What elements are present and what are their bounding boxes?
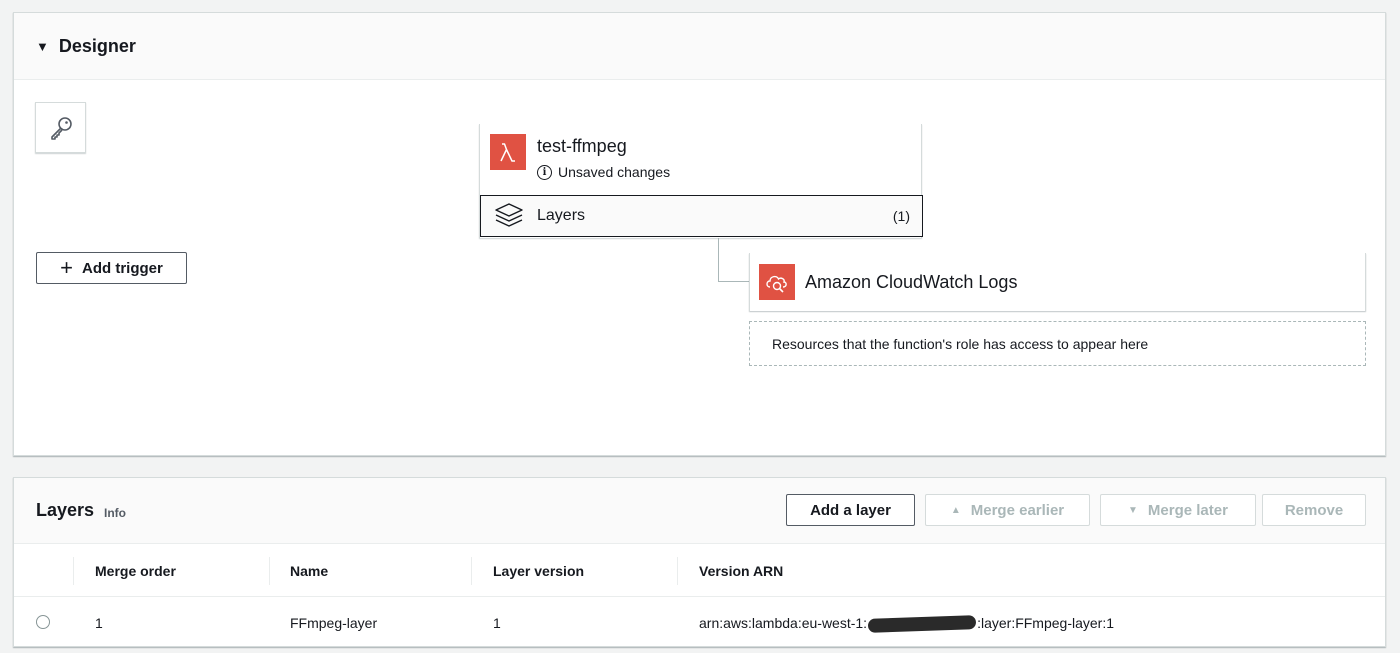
layers-node-label: Layers xyxy=(537,207,586,224)
function-name: test-ffmpeg xyxy=(537,136,627,156)
cell-layer-version: 1 xyxy=(493,615,501,631)
merge-later-label: Merge later xyxy=(1147,501,1228,519)
row-radio[interactable] xyxy=(36,615,50,629)
layers-node[interactable]: Layers (1) xyxy=(480,195,923,237)
lambda-icon xyxy=(490,134,526,170)
layers-icon xyxy=(495,203,523,227)
cell-version-arn: arn:aws:lambda:eu-west-1: :layer:FFmpeg-l… xyxy=(699,615,1115,634)
function-status-text: Unsaved changes xyxy=(558,164,671,180)
function-status: i Unsaved changes xyxy=(537,164,670,180)
add-trigger-label: Add trigger xyxy=(82,259,163,277)
caret-down-icon[interactable]: ▼ xyxy=(36,39,49,54)
merge-later-button[interactable]: ▼ Merge later xyxy=(1100,494,1256,526)
info-icon: i xyxy=(537,164,552,180)
arn-suffix: :layer:FFmpeg-layer:1 xyxy=(977,615,1115,631)
cell-merge-order: 1 xyxy=(95,615,103,631)
triangle-down-icon: ▼ xyxy=(1128,504,1138,516)
column-header-layer-version[interactable]: Layer version xyxy=(493,563,584,579)
column-separator xyxy=(677,557,678,585)
cloudwatch-logs-card[interactable]: Amazon CloudWatch Logs xyxy=(749,253,1366,311)
merge-earlier-label: Merge earlier xyxy=(970,501,1065,519)
table-header: Merge order Name Layer version Version A… xyxy=(14,544,1385,597)
add-trigger-button[interactable]: + Add trigger xyxy=(36,252,187,284)
layers-panel-header: Layers Info Add a layer ▲ Merge earlier … xyxy=(14,478,1385,544)
add-layer-button[interactable]: Add a layer xyxy=(786,494,915,526)
column-header-version-arn[interactable]: Version ARN xyxy=(699,563,783,579)
designer-title: Designer xyxy=(58,35,136,56)
remove-button[interactable]: Remove xyxy=(1262,494,1366,526)
cloudwatch-logs-name: Amazon CloudWatch Logs xyxy=(805,271,1018,292)
column-header-name[interactable]: Name xyxy=(290,563,328,579)
cloudwatch-icon xyxy=(759,264,795,300)
table-row[interactable]: 1 FFmpeg-layer 1 arn:aws:lambda:eu-west-… xyxy=(14,597,1385,647)
column-separator xyxy=(73,557,74,585)
layers-node-count: (1) xyxy=(892,208,910,224)
arn-prefix: arn:aws:lambda:eu-west-1: xyxy=(699,615,868,631)
layers-panel: Layers Info Add a layer ▲ Merge earlier … xyxy=(13,477,1386,647)
plus-icon: + xyxy=(60,255,73,280)
key-icon xyxy=(50,116,72,140)
column-separator xyxy=(269,557,270,585)
column-header-merge-order[interactable]: Merge order xyxy=(95,563,176,579)
layers-panel-title: Layers xyxy=(36,500,95,520)
resources-placeholder: Resources that the function's role has a… xyxy=(749,321,1366,366)
info-link[interactable]: Info xyxy=(104,506,126,520)
cell-name: FFmpeg-layer xyxy=(290,615,378,631)
connector-line xyxy=(718,238,719,282)
designer-panel: ▼ Designer + Add trigger test-ffmpeg i U… xyxy=(13,12,1386,456)
function-card[interactable]: test-ffmpeg i Unsaved changes Layers (1) xyxy=(479,124,923,238)
redaction-mark xyxy=(867,615,977,634)
triangle-up-icon: ▲ xyxy=(950,504,961,516)
designer-header[interactable]: ▼ Designer xyxy=(14,13,1385,80)
connector-line xyxy=(718,281,749,282)
column-separator xyxy=(471,557,472,585)
key-icon-button[interactable] xyxy=(35,102,86,153)
merge-earlier-button[interactable]: ▲ Merge earlier xyxy=(925,494,1090,526)
